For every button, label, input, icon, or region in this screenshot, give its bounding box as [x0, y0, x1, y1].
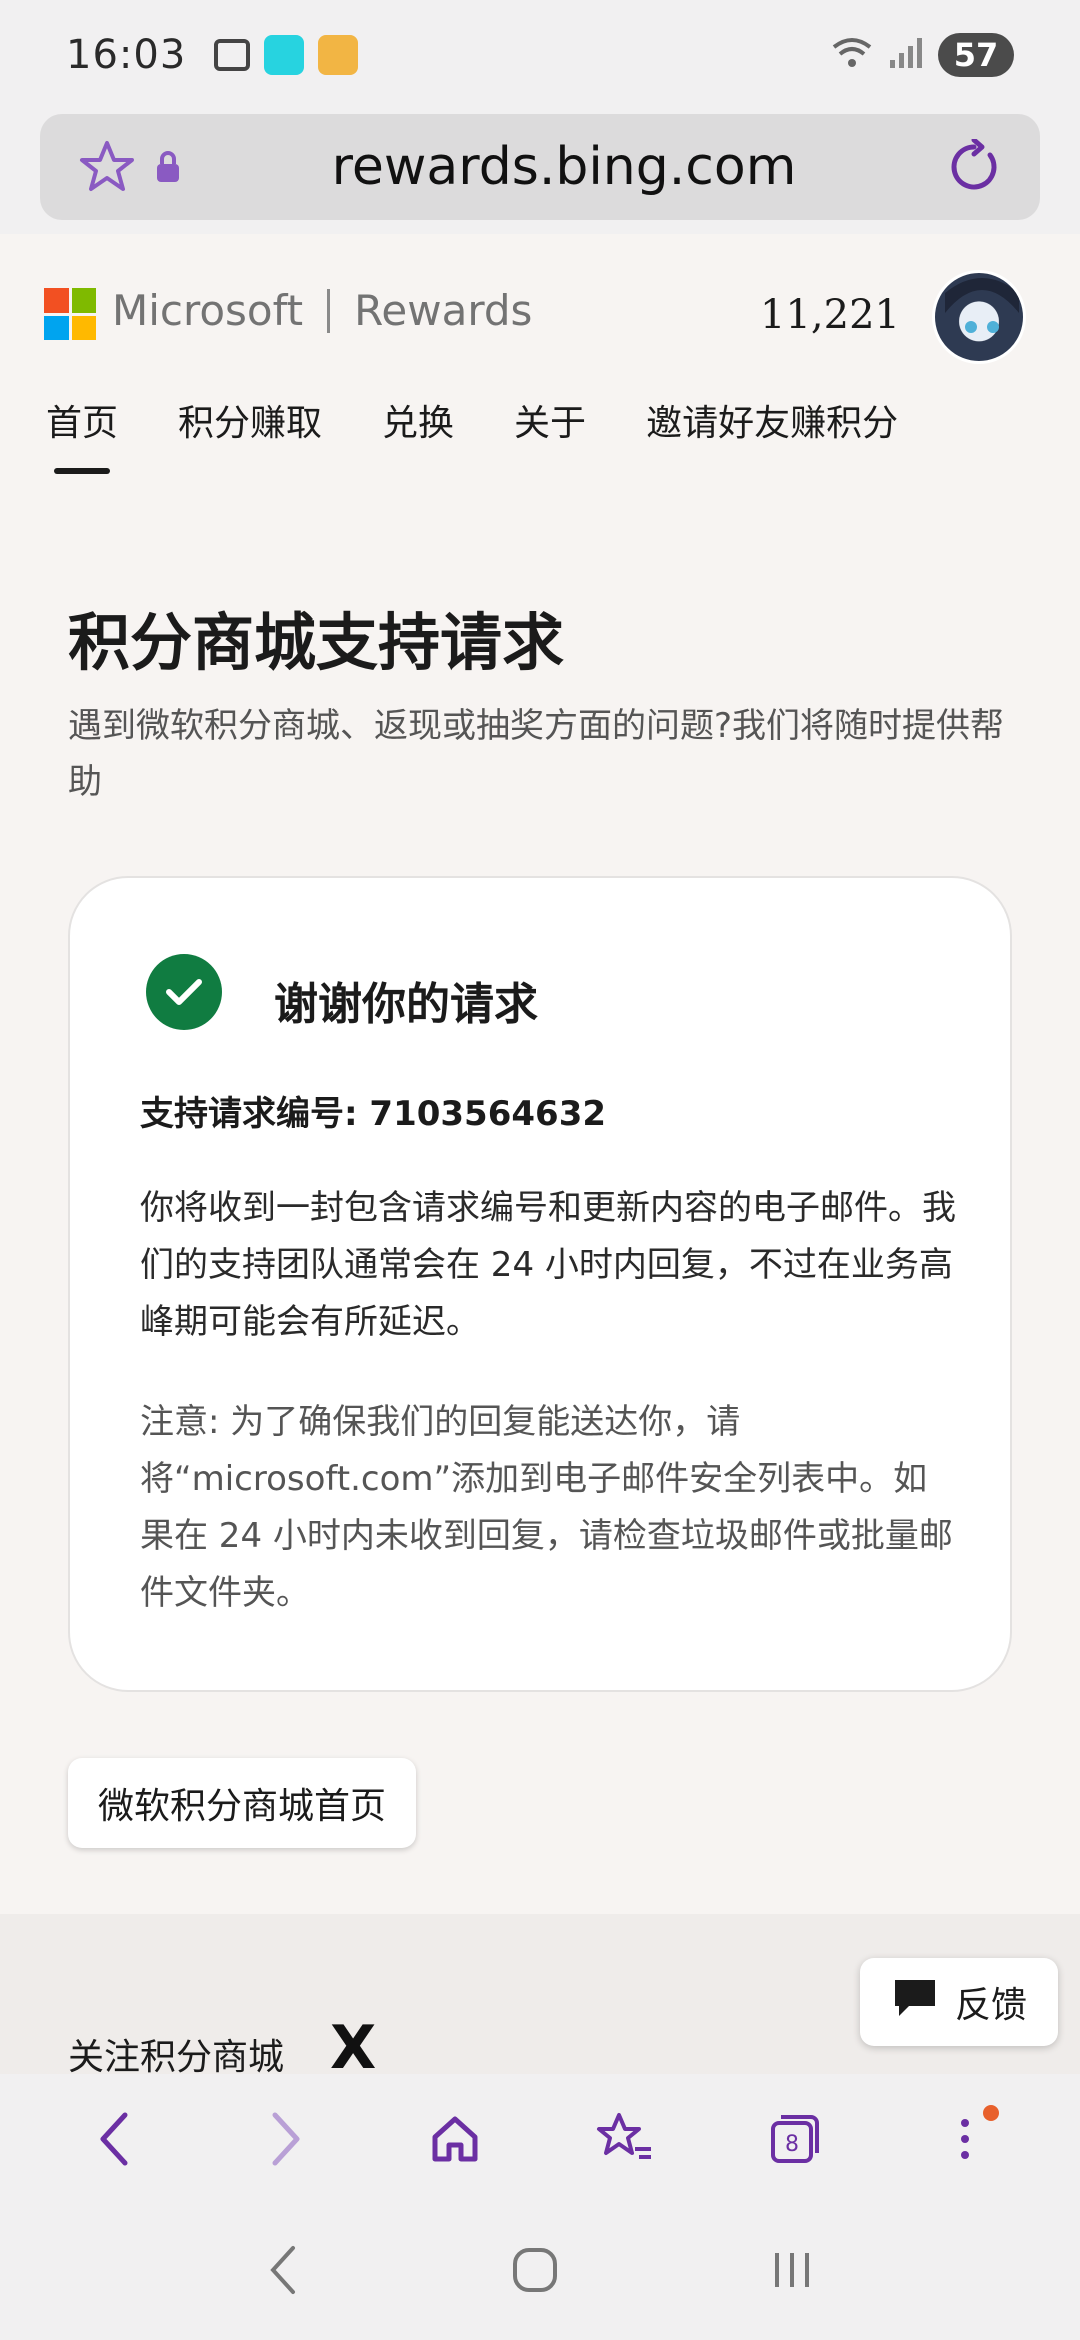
system-back-icon[interactable]	[263, 2242, 303, 2302]
request-number: 支持请求编号: 7103564632	[140, 1094, 607, 1134]
check-icon	[146, 954, 222, 1030]
more-menu-icon[interactable]	[925, 2099, 1005, 2179]
follow-label: 关注积分商城	[68, 2037, 285, 2078]
lock-icon	[154, 150, 182, 184]
brand-microsoft: Microsoft	[112, 286, 304, 335]
main-nav: 首页 积分赚取 兑换 关于 邀请好友赚积分	[46, 394, 898, 474]
brand[interactable]: Microsoft Rewards	[112, 286, 532, 335]
app-notification-icon	[264, 35, 305, 75]
status-bar: 16:03 57	[0, 0, 1080, 110]
status-time: 16:03	[66, 32, 187, 78]
back-icon[interactable]	[75, 2099, 155, 2179]
signal-icon	[888, 36, 924, 74]
brand-divider	[327, 288, 331, 333]
system-nav-bar	[0, 2204, 1080, 2340]
tab-count: 8	[785, 2132, 799, 2157]
address-bar[interactable]: rewards.bing.com	[40, 114, 1040, 220]
nav-redeem[interactable]: 兑换	[382, 394, 454, 446]
nav-home[interactable]: 首页	[46, 394, 118, 474]
wifi-icon	[830, 35, 874, 75]
system-recents-icon[interactable]	[767, 2245, 817, 2299]
nav-earn[interactable]: 积分赚取	[178, 394, 322, 446]
page-title: 积分商城支持请求	[68, 606, 565, 679]
reload-icon[interactable]	[946, 139, 1002, 195]
status-right: 57	[830, 33, 1014, 77]
site-header: Microsoft Rewards 11,221 首页 积分赚取 兑换 关于 邀…	[0, 234, 1080, 484]
points-balance[interactable]: 11,221	[760, 292, 900, 338]
feedback-button[interactable]: 反馈	[860, 1958, 1058, 2046]
page-subtitle: 遇到微软积分商城、返现或抽奖方面的问题?我们将随时提供帮助	[68, 706, 1005, 802]
feedback-label: 反馈	[954, 1985, 1027, 2026]
home-icon[interactable]	[415, 2099, 495, 2179]
rewards-home-button[interactable]: 微软积分商城首页	[68, 1758, 417, 1848]
url-text[interactable]: rewards.bing.com	[182, 137, 946, 197]
notification-icons	[214, 35, 359, 75]
forward-icon[interactable]	[245, 2099, 325, 2179]
nav-refer[interactable]: 邀请好友赚积分	[646, 394, 898, 446]
battery-indicator: 57	[938, 33, 1014, 77]
notification-dot	[983, 2105, 999, 2121]
nav-about[interactable]: 关于	[514, 394, 586, 446]
microsoft-logo-icon	[44, 288, 96, 340]
chat-bubble-icon	[891, 1976, 939, 2029]
browser-toolbar: rewards.bing.com	[0, 110, 1080, 234]
favorite-star-icon[interactable]	[78, 139, 136, 195]
confirmation-card: 谢谢你的请求 支持请求编号: 7103564632 你将收到一封包含请求编号和更…	[68, 876, 1012, 1692]
app-notification-icon-2	[318, 35, 359, 75]
card-note: 注意: 为了确保我们的回复能送达你，请将“microsoft.com”添加到电子…	[140, 1402, 953, 1613]
x-social-icon[interactable]: X	[330, 2018, 376, 2078]
tabs-icon[interactable]: 8	[755, 2099, 835, 2179]
avatar[interactable]	[932, 270, 1026, 364]
card-title: 谢谢你的请求	[274, 979, 538, 1030]
screenshot-icon	[214, 39, 251, 71]
system-home-icon[interactable]	[510, 2245, 560, 2299]
brand-rewards: Rewards	[354, 286, 533, 335]
bookmarks-icon[interactable]	[585, 2099, 665, 2179]
browser-bottom-bar: 8	[0, 2074, 1080, 2204]
card-body: 你将收到一封包含请求编号和更新内容的电子邮件。我们的支持团队通常会在 24 小时…	[140, 1188, 956, 1342]
